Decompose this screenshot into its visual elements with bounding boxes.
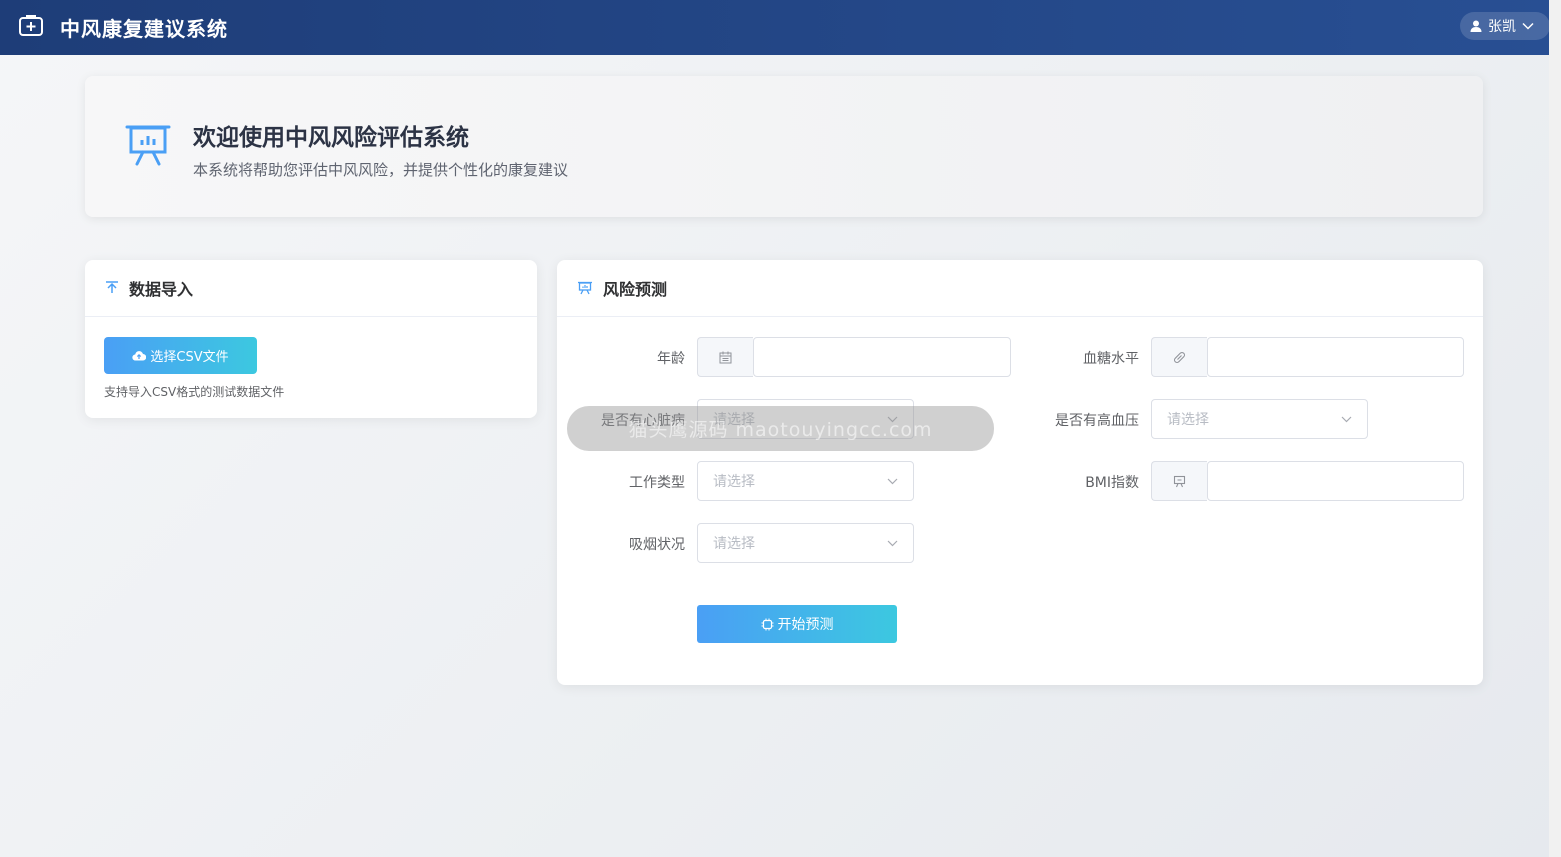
presentation-icon <box>578 281 592 295</box>
card-header: 风险预测 <box>557 260 1483 317</box>
hypertension-placeholder: 请选择 <box>1167 412 1209 428</box>
bmi-input[interactable] <box>1207 461 1464 501</box>
calendar-icon <box>719 351 732 363</box>
smoking-placeholder: 请选择 <box>713 536 755 552</box>
welcome-title: 欢迎使用中风风险评估系统 <box>193 125 469 151</box>
bmi-label: BMI指数 <box>1085 475 1139 491</box>
presentation-icon <box>1173 475 1186 487</box>
chevron-down-icon <box>887 540 898 546</box>
work-type-placeholder: 请选择 <box>713 474 755 490</box>
user-name: 张凯 <box>1488 19 1516 35</box>
bmi-input-group <box>1151 461 1464 501</box>
age-prepend <box>697 337 753 377</box>
chevron-down-icon <box>1341 416 1352 422</box>
top-navbar: 中风康复建议系统 张凯 <box>0 0 1550 55</box>
card-title: 数据导入 <box>129 280 194 299</box>
page-scrollbar[interactable] <box>1549 0 1561 857</box>
age-label: 年龄 <box>657 351 685 367</box>
watermark-overlay: 猫头鹰源码 maotouyingcc.com <box>567 406 994 451</box>
welcome-banner: 欢迎使用中风风险评估系统 本系统将帮助您评估中风风险，并提供个性化的康复建议 <box>85 76 1483 217</box>
glucose-label: 血糖水平 <box>1083 351 1139 367</box>
hypertension-select[interactable]: 请选择 <box>1151 399 1368 439</box>
import-hint: 支持导入CSV格式的测试数据文件 <box>104 385 285 399</box>
work-type-select[interactable]: 请选择 <box>697 461 914 501</box>
age-input[interactable] <box>753 337 1011 377</box>
user-menu[interactable]: 张凯 <box>1460 12 1550 40</box>
age-input-group <box>697 337 1011 377</box>
data-import-card: 数据导入 选择CSV文件 支持导入CSV格式的测试数据文件 <box>85 260 537 418</box>
smoking-label: 吸烟状况 <box>629 537 685 553</box>
glucose-input-group <box>1151 337 1464 377</box>
chevron-down-icon <box>887 478 898 484</box>
work-type-label: 工作类型 <box>629 475 685 491</box>
capsule-icon <box>1173 351 1186 363</box>
risk-prediction-card: 风险预测 年龄 血糖水平 是否有心脏病 请选择 是否有高血压 请选择 工作类型 … <box>557 260 1483 685</box>
chevron-down-icon <box>1522 22 1534 30</box>
start-prediction-button[interactable]: 开始预测 <box>697 605 897 643</box>
start-prediction-label: 开始预测 <box>777 617 834 633</box>
select-csv-label: 选择CSV文件 <box>150 350 229 365</box>
welcome-subtitle: 本系统将帮助您评估中风风险，并提供个性化的康复建议 <box>193 161 569 179</box>
smoking-select[interactable]: 请选择 <box>697 523 914 563</box>
bmi-prepend <box>1151 461 1207 501</box>
card-header: 数据导入 <box>85 260 537 317</box>
user-icon <box>1470 20 1482 32</box>
select-csv-button[interactable]: 选择CSV文件 <box>104 337 257 374</box>
card-title: 风险预测 <box>603 280 668 299</box>
upload-icon <box>106 281 118 293</box>
cloud-upload-icon <box>132 351 147 361</box>
app-title: 中风康复建议系统 <box>60 17 228 41</box>
hypertension-label: 是否有高血压 <box>1055 413 1139 429</box>
glucose-prepend <box>1151 337 1207 377</box>
cpu-icon <box>761 618 773 630</box>
presentation-chart-icon <box>125 125 171 166</box>
glucose-input[interactable] <box>1207 337 1464 377</box>
medical-kit-icon <box>19 15 43 36</box>
